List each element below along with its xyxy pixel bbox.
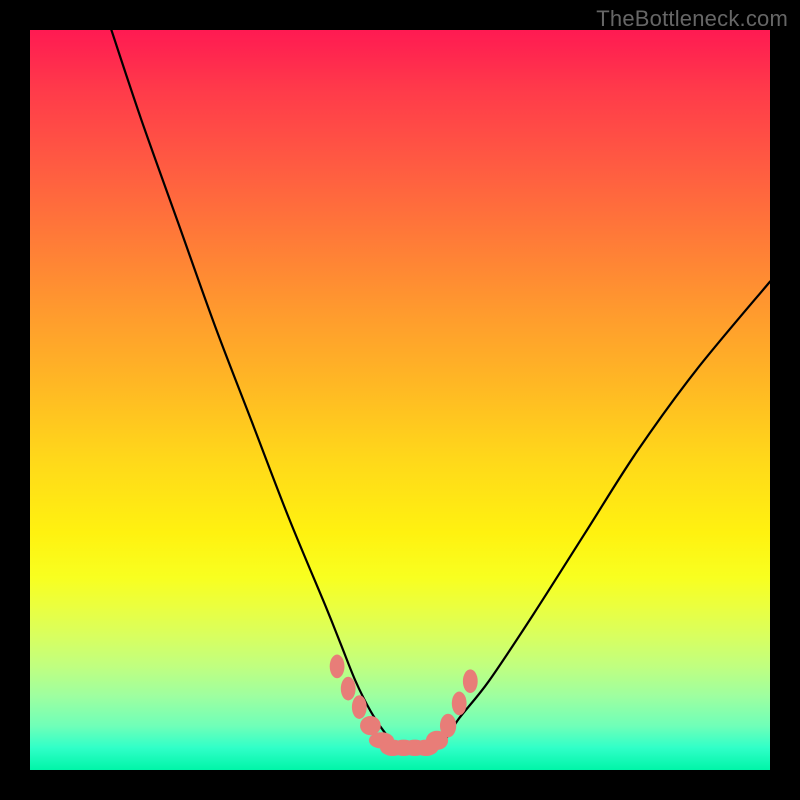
bottleneck-curve bbox=[111, 30, 770, 749]
trough-marker bbox=[341, 677, 356, 701]
trough-marker bbox=[452, 692, 467, 716]
trough-marker bbox=[463, 669, 478, 693]
trough-marker bbox=[360, 716, 381, 735]
plot-area bbox=[30, 30, 770, 770]
watermark-text: TheBottleneck.com bbox=[596, 6, 788, 32]
trough-marker bbox=[330, 655, 345, 679]
curve-layer bbox=[30, 30, 770, 770]
trough-marker bbox=[440, 714, 456, 738]
chart-frame: TheBottleneck.com bbox=[0, 0, 800, 800]
trough-marker bbox=[352, 695, 367, 719]
